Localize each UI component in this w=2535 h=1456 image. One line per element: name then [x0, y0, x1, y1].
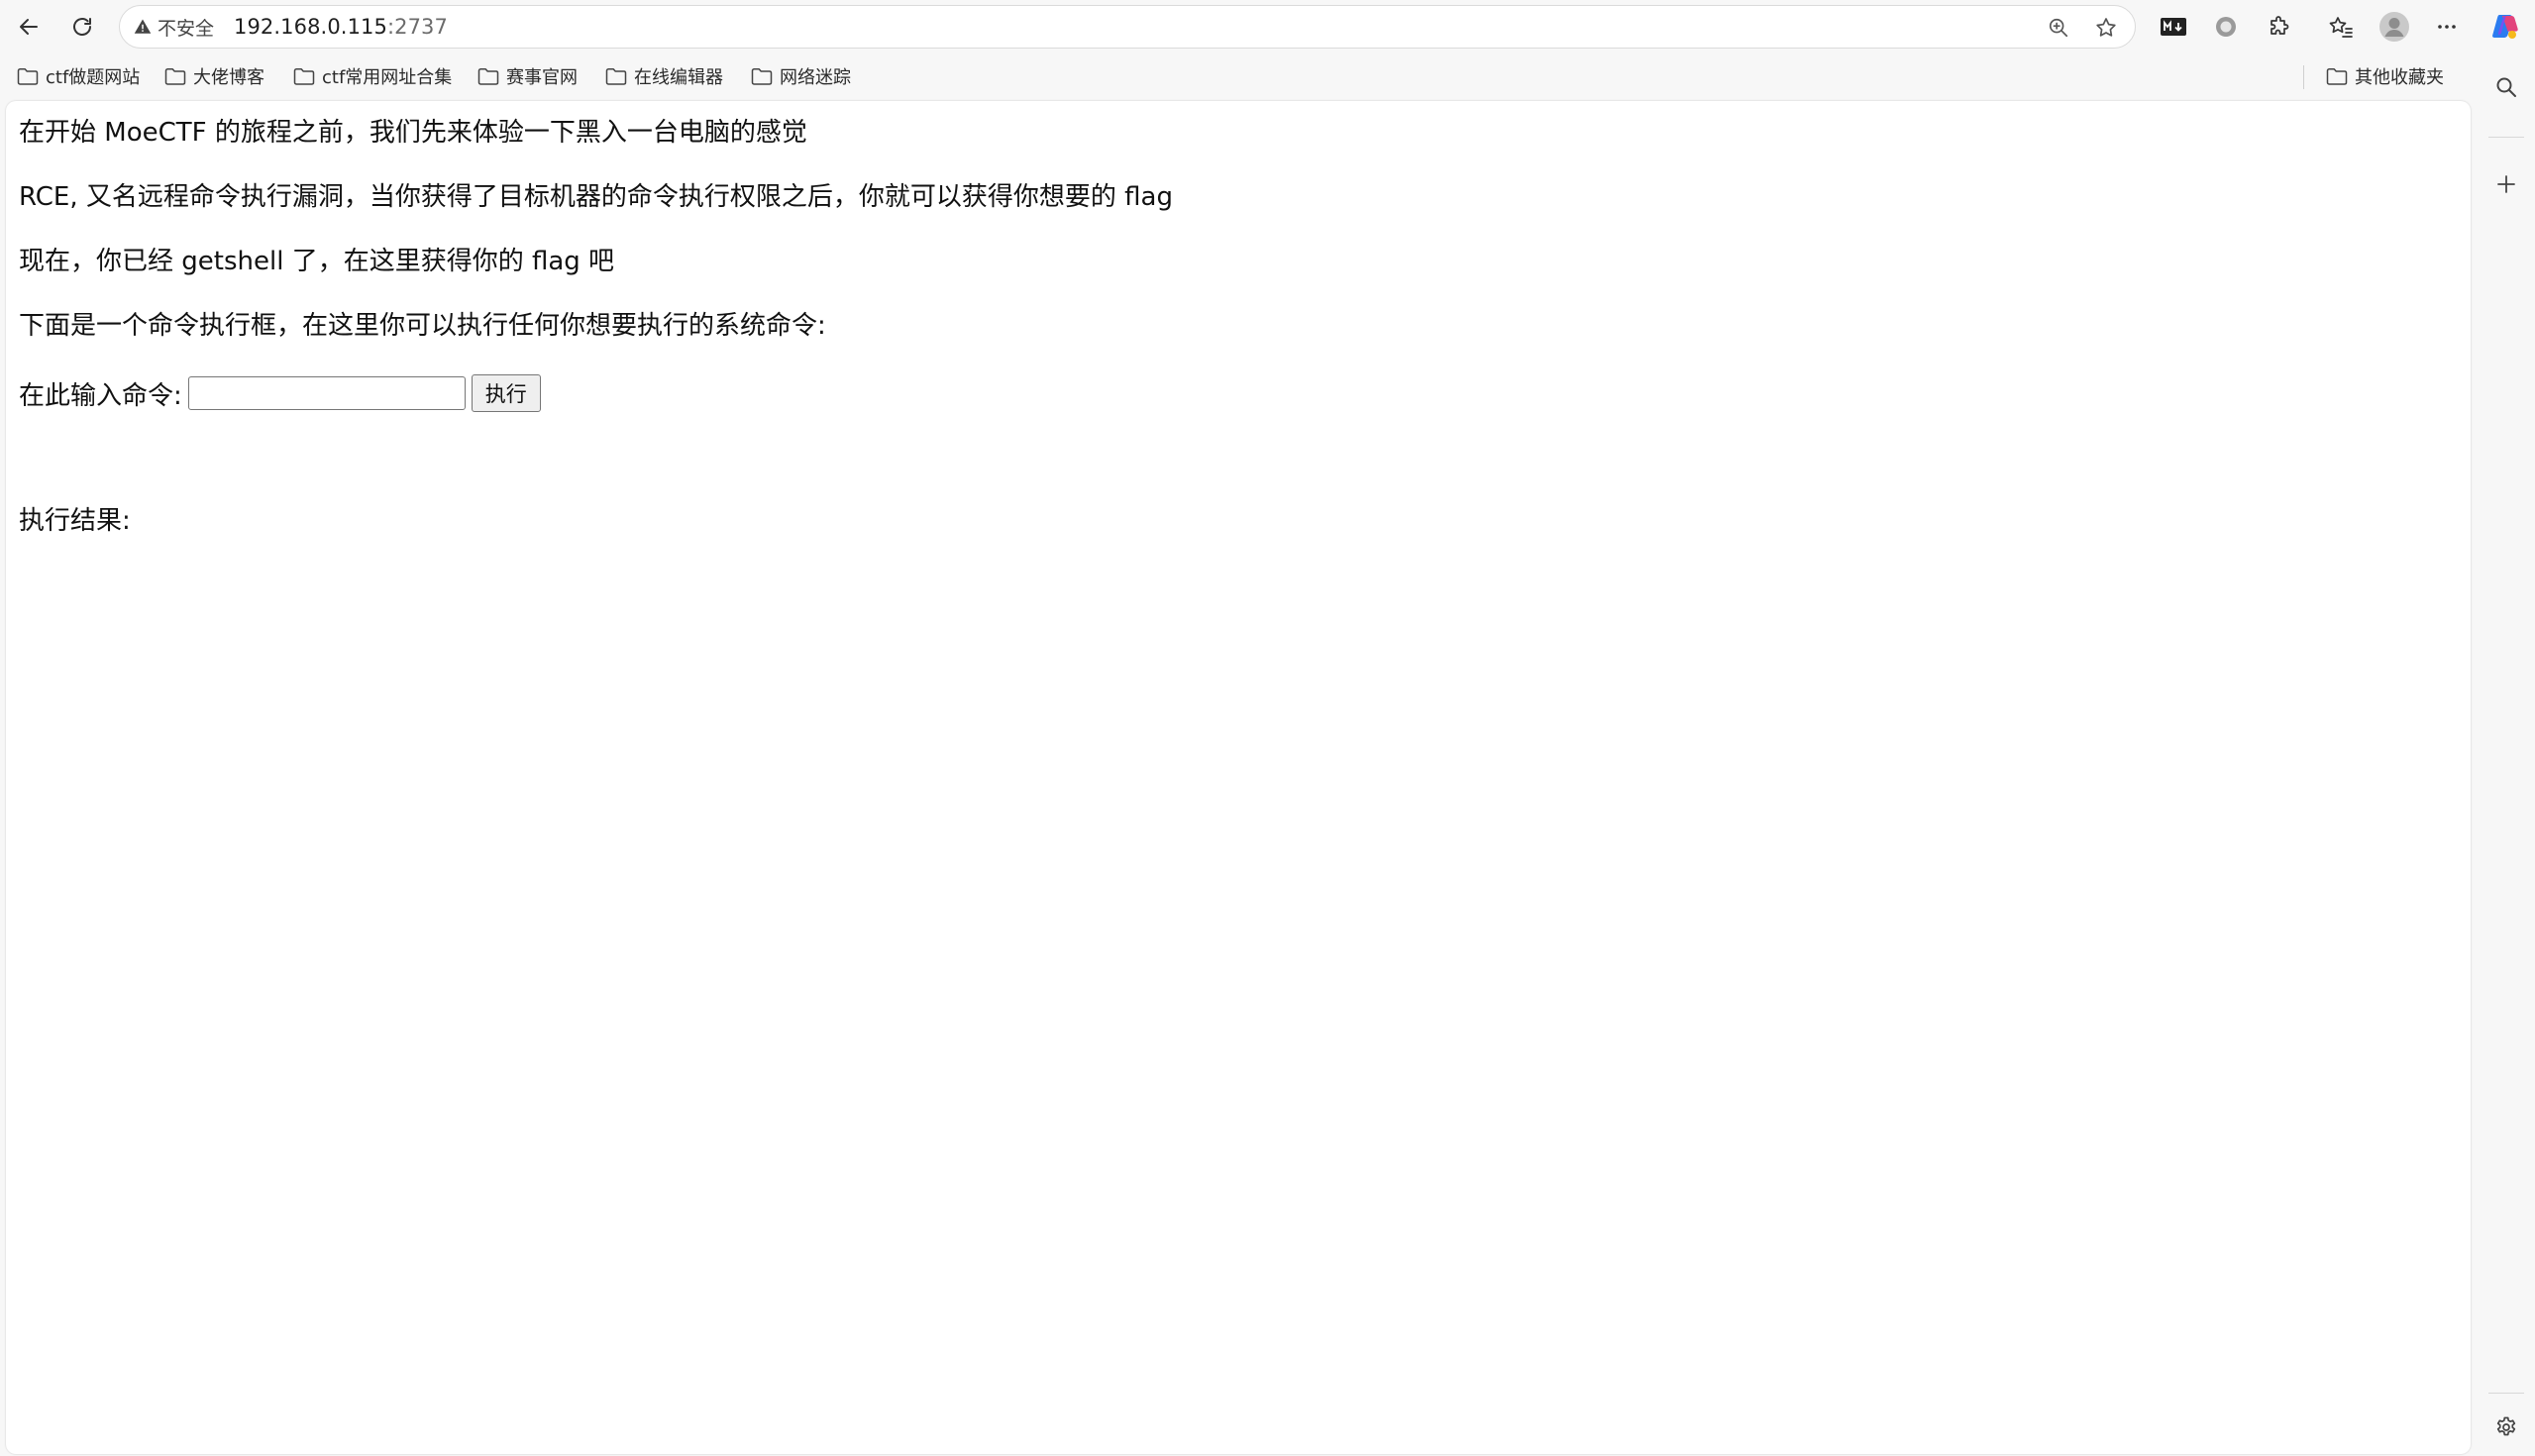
- intro-line-2: RCE, 又名远程命令执行漏洞，当你获得了目标机器的命令执行权限之后，你就可以获…: [19, 182, 1173, 212]
- bookmarks-divider: [2303, 65, 2304, 89]
- puzzle-icon: [2271, 16, 2289, 35]
- avatar-icon: [2379, 12, 2409, 42]
- intro-line-1: 在开始 MoeCTF 的旅程之前，我们先来体验一下黑入一台电脑的感觉: [19, 118, 807, 148]
- back-button[interactable]: [9, 8, 49, 46]
- folder-icon: [605, 67, 627, 85]
- sidebar-add-button[interactable]: [2486, 164, 2526, 204]
- more-menu-button[interactable]: [2427, 8, 2467, 46]
- extensions-button[interactable]: [2260, 8, 2299, 46]
- record-extension-button[interactable]: [2206, 8, 2246, 46]
- bookmark-folder-events[interactable]: 赛事官网: [477, 61, 578, 91]
- bookmark-folder-ctf-sites[interactable]: ctf做题网站: [17, 61, 140, 91]
- warning-icon: [134, 19, 152, 34]
- url-host: 192.168.0.115: [234, 15, 387, 39]
- security-indicator[interactable]: 不安全: [134, 14, 214, 41]
- bookmark-folder-osint[interactable]: 网络迷踪: [751, 61, 851, 91]
- favorites-star-list-icon: [2329, 17, 2353, 38]
- url-text[interactable]: 192.168.0.115:2737: [234, 15, 448, 39]
- search-icon: [2496, 77, 2516, 97]
- security-label: 不安全: [158, 17, 215, 40]
- reload-button[interactable]: [62, 8, 102, 46]
- reload-icon: [73, 18, 91, 36]
- browser-window: 不安全 192.168.0.115:2737 ctf做题网站 大佬博客 ctf常…: [0, 0, 2535, 1456]
- markdown-icon: [2161, 18, 2186, 36]
- zoom-button[interactable]: [2042, 12, 2075, 44]
- execute-button[interactable]: 执行: [471, 374, 541, 412]
- plus-icon: [2497, 175, 2515, 193]
- result-label: 执行结果:: [19, 506, 131, 536]
- circle-icon: [2216, 17, 2236, 37]
- bookmark-label: 赛事官网: [506, 67, 578, 88]
- bookmark-label: 网络迷踪: [780, 67, 851, 88]
- intro-line-3: 现在，你已经 getshell 了，在这里获得你的 flag 吧: [19, 247, 615, 276]
- sidebar-divider: [2488, 137, 2524, 138]
- profile-button[interactable]: [2375, 8, 2414, 46]
- markdown-extension-button[interactable]: [2154, 8, 2193, 46]
- copilot-button[interactable]: [2485, 8, 2525, 46]
- sidebar-settings-button[interactable]: [2486, 1407, 2526, 1447]
- bookmark-label: ctf做题网站: [46, 67, 141, 88]
- star-icon: [2096, 18, 2116, 37]
- command-input-label: 在此输入命令:: [19, 380, 182, 411]
- address-bar[interactable]: 不安全 192.168.0.115:2737: [119, 5, 2136, 49]
- bookmark-folder-editors[interactable]: 在线编辑器: [605, 61, 723, 91]
- bookmarks-bar: ctf做题网站 大佬博客 ctf常用网址合集 赛事官网 在线编辑器 网络迷踪 其…: [0, 57, 2477, 95]
- favorite-button[interactable]: [2089, 12, 2123, 44]
- bookmark-folder-ctf-links[interactable]: ctf常用网址合集: [293, 61, 452, 91]
- folder-icon: [17, 67, 39, 85]
- right-sidebar: [2477, 53, 2535, 1456]
- folder-icon: [2326, 67, 2348, 85]
- folder-icon: [477, 67, 499, 85]
- favorites-button[interactable]: [2321, 8, 2361, 46]
- navigation-bar: 不安全 192.168.0.115:2737: [0, 0, 2535, 53]
- page-content: 在开始 MoeCTF 的旅程之前，我们先来体验一下黑入一台电脑的感觉 RCE, …: [6, 101, 2471, 1454]
- folder-icon: [164, 67, 186, 85]
- bookmark-label: 在线编辑器: [634, 67, 723, 88]
- url-port: :2737: [386, 15, 448, 39]
- gear-icon: [2496, 1416, 2516, 1436]
- bookmark-label: ctf常用网址合集: [322, 67, 453, 88]
- sidebar-divider: [2488, 1393, 2524, 1394]
- bookmark-label: 大佬博客: [193, 67, 264, 88]
- bookmark-folder-blogs[interactable]: 大佬博客: [164, 61, 264, 91]
- sidebar-search-button[interactable]: [2486, 67, 2526, 107]
- copilot-icon: [2492, 15, 2518, 39]
- intro-line-4: 下面是一个命令执行框，在这里你可以执行任何你想要执行的系统命令:: [19, 311, 826, 341]
- bookmark-label: 其他收藏夹: [2355, 67, 2444, 88]
- folder-icon: [751, 67, 773, 85]
- folder-icon: [293, 67, 315, 85]
- zoom-in-icon: [2049, 18, 2068, 38]
- command-form: 在此输入命令: 执行: [19, 374, 541, 412]
- command-input[interactable]: [187, 376, 466, 410]
- more-dots-icon: [2438, 25, 2456, 29]
- bookmark-folder-other[interactable]: 其他收藏夹: [2326, 61, 2444, 91]
- back-arrow-icon: [20, 19, 38, 35]
